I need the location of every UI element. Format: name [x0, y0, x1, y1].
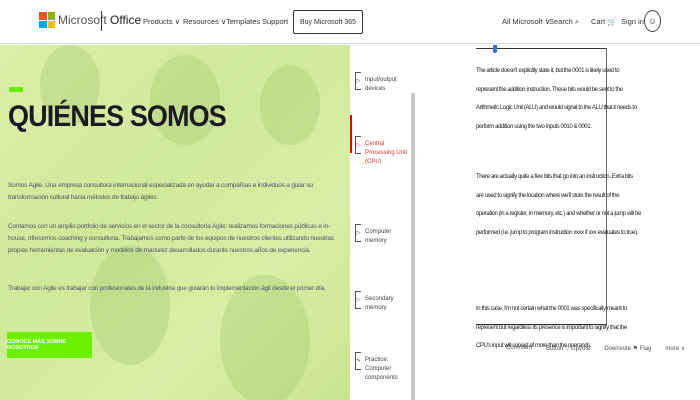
- table-of-contents: [350, 45, 415, 400]
- brand-name[interactable]: Microsoft: [58, 13, 107, 27]
- pin-icon: [493, 45, 497, 53]
- comment-button[interactable]: Comment: [506, 345, 532, 352]
- toc-item[interactable]: ✎ Practice: Computer components: [355, 352, 413, 383]
- exercise-icon: ✎: [355, 352, 361, 370]
- divider: [101, 11, 102, 31]
- upvote-button[interactable]: Button ▽ Upvote: [546, 345, 590, 352]
- video-icon: ▷: [355, 291, 361, 309]
- answer-paragraph: There are actually quite a few bits that…: [476, 174, 641, 236]
- search-button[interactable]: Search ⌕: [549, 17, 579, 27]
- accent-bar: [9, 87, 23, 92]
- nav-templates[interactable]: Templates: [226, 17, 260, 26]
- hero-paragraph: Somos Agile. Una empresa consultora inte…: [8, 182, 313, 201]
- hero-title: QUIÉNES SOMOS: [8, 100, 227, 133]
- toc-item[interactable]: ▷ Secondary memory: [355, 291, 413, 313]
- user-avatar-icon[interactable]: ☺: [644, 10, 661, 32]
- toc-item[interactable]: ▷ Input/output devices: [355, 72, 413, 94]
- learn-more-button[interactable]: CONOCE MÁS SOBRE NOSOTROS: [7, 332, 92, 358]
- toc-item-active[interactable]: ▷ Central Processing Unit (CPU): [355, 136, 413, 167]
- active-indicator: [350, 115, 352, 153]
- top-nav: Microsoft Office Products ∨ Resources ∨ …: [0, 0, 700, 44]
- video-icon: ▷: [355, 72, 361, 90]
- nav-support[interactable]: Support: [262, 17, 288, 26]
- nav-products[interactable]: Products ∨: [143, 17, 180, 26]
- answer-paragraph: The article doesn't explicitly state it,…: [476, 68, 637, 130]
- cart-button[interactable]: Cart 🛒: [591, 17, 617, 26]
- product-name[interactable]: Office: [110, 13, 141, 27]
- flag-button[interactable]: Downvote ⚑ Flag: [604, 345, 651, 352]
- buy-microsoft-365-button[interactable]: Buy Microsoft 365: [293, 10, 363, 34]
- toc-item[interactable]: ▷ Computer memory: [355, 224, 413, 246]
- sign-in-link[interactable]: Sign in: [621, 17, 644, 26]
- video-icon: ▷: [355, 224, 361, 242]
- all-microsoft-menu[interactable]: All Microsoft ∨: [502, 17, 550, 26]
- video-icon: ▷: [355, 136, 361, 154]
- hero-paragraph: Trabajar con Agile es trabajar con profe…: [8, 285, 326, 292]
- hero-paragraph: Contamos con un amplio portfolio de serv…: [8, 223, 334, 254]
- answer-actions: Comment Button ▽ Upvote Downvote ⚑ Flag …: [506, 345, 685, 352]
- microsoft-logo-icon[interactable]: [39, 12, 55, 28]
- more-button[interactable]: more ∨: [665, 345, 685, 352]
- nav-resources[interactable]: Resources ∨: [183, 17, 226, 26]
